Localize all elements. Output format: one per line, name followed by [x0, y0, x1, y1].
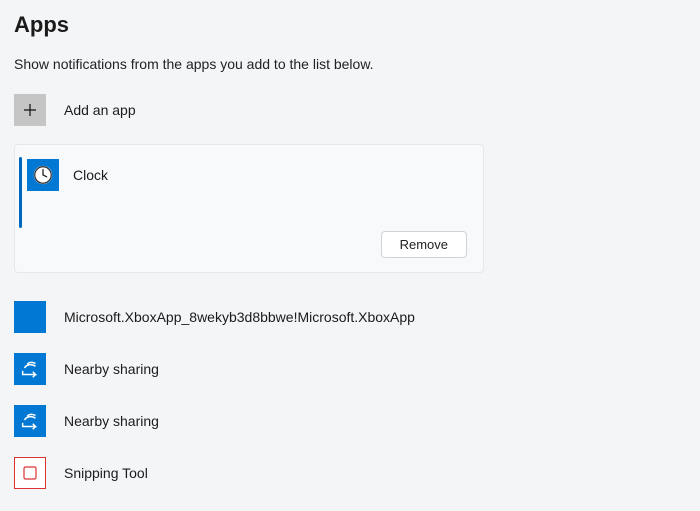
remove-button[interactable]: Remove [381, 231, 467, 258]
snip-icon [14, 457, 46, 489]
app-row-label: Nearby sharing [64, 413, 159, 429]
app-row-label: Snipping Tool [64, 465, 148, 481]
xbox-icon [14, 301, 46, 333]
plus-icon [14, 94, 46, 126]
app-row-nearby-sharing-2[interactable]: Nearby sharing [14, 395, 686, 447]
app-row-nearby-sharing-1[interactable]: Nearby sharing [14, 343, 686, 395]
app-row-label: Nearby sharing [64, 361, 159, 377]
add-app-row[interactable]: Add an app [14, 90, 686, 144]
selection-indicator [19, 157, 22, 228]
selected-app-card: Clock Remove [14, 144, 484, 273]
share-icon [14, 353, 46, 385]
app-row-label: Microsoft.XboxApp_8wekyb3d8bbwe!Microsof… [64, 309, 415, 325]
page-title: Apps [14, 12, 686, 38]
add-app-label: Add an app [64, 102, 136, 118]
page-subtitle: Show notifications from the apps you add… [14, 56, 686, 72]
app-row-xbox[interactable]: Microsoft.XboxApp_8wekyb3d8bbwe!Microsof… [14, 291, 686, 343]
app-row-snipping-tool[interactable]: Snipping Tool [14, 447, 686, 499]
selected-app-label: Clock [73, 167, 108, 183]
clock-icon [27, 159, 59, 191]
share-icon [14, 405, 46, 437]
